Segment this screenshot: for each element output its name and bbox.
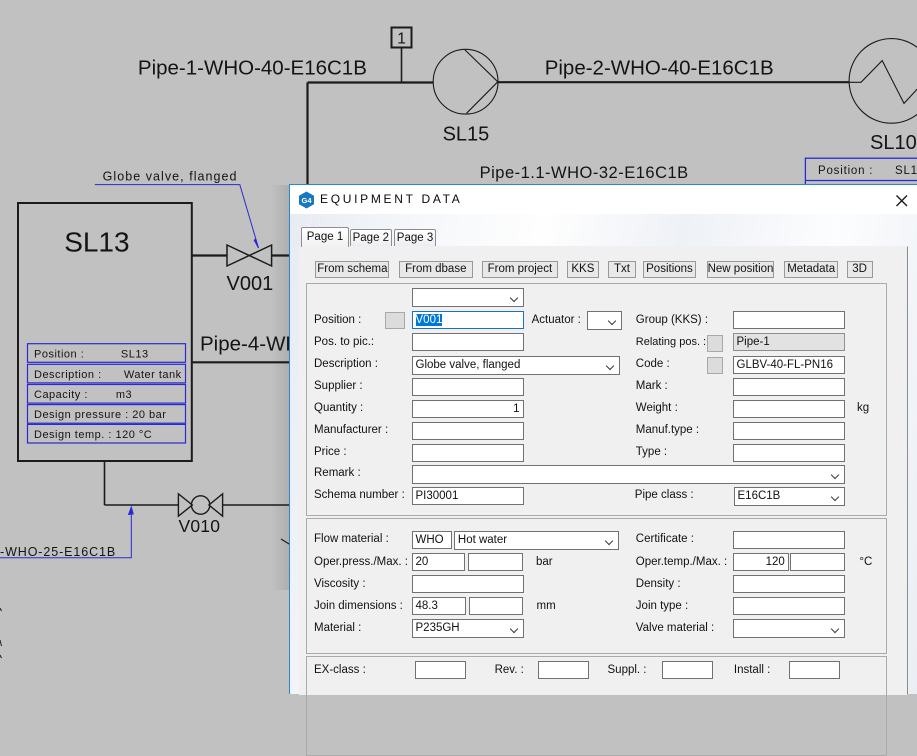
svg-text:G4: G4 — [301, 195, 312, 204]
svg-text:Pipe-2-WHO-40-E16C1B: Pipe-2-WHO-40-E16C1B — [545, 57, 774, 80]
svg-text:SL10: SL10 — [870, 132, 917, 154]
svg-text:Water tank: Water tank — [124, 369, 182, 381]
svg-text:Design pressure : 20 bar: Design pressure : 20 bar — [34, 409, 166, 421]
svg-text:SL10: SL10 — [895, 165, 917, 177]
svg-text:Capacity :: Capacity : — [34, 389, 88, 401]
svg-text:Pipe-1-WHO-40-E16C1B: Pipe-1-WHO-40-E16C1B — [138, 57, 367, 80]
svg-text:m3: m3 — [116, 389, 132, 401]
svg-text:SL15: SL15 — [443, 124, 490, 146]
svg-text:SL13: SL13 — [64, 227, 129, 258]
svg-text:1: 1 — [397, 31, 406, 48]
svg-text:V010: V010 — [179, 516, 221, 536]
svg-text:Position :: Position : — [818, 165, 873, 177]
svg-text:-WHO-25-E16C1B: -WHO-25-E16C1B — [0, 545, 116, 559]
svg-text:V001: V001 — [227, 273, 274, 295]
svg-text:Description :: Description : — [34, 369, 102, 381]
svg-text:Design temp. : 120 °C: Design temp. : 120 °C — [34, 429, 152, 441]
svg-text:SL13: SL13 — [121, 348, 149, 360]
svg-text:Globe valve, flanged: Globe valve, flanged — [103, 169, 238, 183]
svg-text:Pipe-1.1-WHO-32-E16C1B: Pipe-1.1-WHO-32-E16C1B — [480, 164, 689, 182]
svg-text:Position :: Position : — [34, 348, 84, 360]
